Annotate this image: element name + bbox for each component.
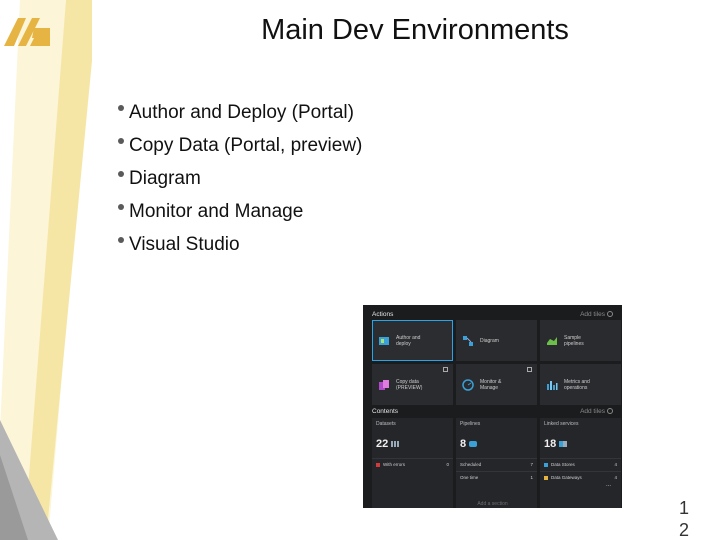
count-value: 18 xyxy=(544,438,557,450)
add-icon xyxy=(607,311,613,317)
tile-diagram[interactable]: Diagram xyxy=(456,320,537,361)
bullet-dot xyxy=(118,236,124,243)
contents-datasets[interactable]: Datasets 22 With errors 0 xyxy=(372,418,453,508)
count-value: 8 xyxy=(460,438,467,450)
monitor-manage-icon xyxy=(462,378,474,391)
tile-label: Monitor & Manage xyxy=(480,378,502,391)
left-decorative-band xyxy=(0,0,92,540)
tile-label: Metrics and operations xyxy=(564,378,590,391)
bullet-text: Monitor and Manage xyxy=(129,201,304,222)
bullet-item: Copy Data (Portal, preview) xyxy=(118,129,362,162)
bullet-dot xyxy=(118,137,124,144)
page-number-digit: 2 xyxy=(678,520,689,540)
row-label: One time xyxy=(460,475,479,480)
metrics-icon xyxy=(547,380,558,390)
contents-count: 18 xyxy=(544,438,617,450)
contents-pipelines[interactable]: Pipelines 8 Scheduled 7 One time 1 xyxy=(456,418,537,508)
tile-author-deploy[interactable]: Author and deploy xyxy=(372,320,453,361)
contents-header: Datasets xyxy=(376,421,396,427)
contents-row[interactable]: Scheduled 7 xyxy=(456,458,537,470)
row-label: Data Stores xyxy=(551,462,575,467)
contents-row[interactable]: With errors 0 xyxy=(372,458,453,470)
bullet-item: Author and Deploy (Portal) xyxy=(118,96,362,129)
bullet-item: Visual Studio xyxy=(118,228,362,261)
more-indicator[interactable]: ... xyxy=(606,482,611,488)
actions-grid: Author and deploy Diagram Sample pipelin… xyxy=(372,320,621,405)
slide-title: Main Dev Environments xyxy=(261,14,569,46)
data-store-icon xyxy=(544,462,548,467)
row-value: 4 xyxy=(614,462,617,467)
portal-screenshot: Actions Add tiles Author and deploy Diag… xyxy=(363,305,622,508)
tile-label: Copy data (PREVIEW) xyxy=(396,378,423,391)
tile-label: Diagram xyxy=(480,337,499,344)
author-deploy-icon xyxy=(379,336,389,345)
add-tiles-label: Add tiles xyxy=(580,310,605,318)
actions-add-tiles[interactable]: Add tiles xyxy=(580,311,613,318)
page-number-digit: 1 xyxy=(678,498,689,518)
table-icon xyxy=(391,441,400,447)
contents-linked-services[interactable]: Linked services 18 Data Stores 4 Data Ga… xyxy=(540,418,621,508)
bullet-text: Author and Deploy (Portal) xyxy=(129,102,354,123)
add-tiles-label: Add tiles xyxy=(580,407,605,415)
copy-data-icon xyxy=(379,379,389,390)
tile-sample-pipelines[interactable]: Sample pipelines xyxy=(540,320,621,361)
actions-title: Actions xyxy=(372,310,394,318)
contents-add-tiles[interactable]: Add tiles xyxy=(580,408,613,415)
tile-label: Sample pipelines xyxy=(564,334,584,347)
row-value: 0 xyxy=(446,462,449,467)
contents-header: Linked services xyxy=(544,421,579,427)
row-value: 7 xyxy=(530,462,533,467)
bullet-dot xyxy=(118,203,124,210)
contents-count: 22 xyxy=(376,438,449,450)
pin-icon[interactable] xyxy=(527,367,532,372)
row-value: 4 xyxy=(614,475,617,480)
row-label: With errors xyxy=(383,462,406,467)
gateway-icon xyxy=(544,475,548,480)
bullet-text: Copy Data (Portal, preview) xyxy=(129,135,363,156)
contents-count: 8 xyxy=(460,438,533,450)
tile-metrics[interactable]: Metrics and operations xyxy=(540,364,621,405)
contents-grid: Datasets 22 With errors 0 Pipelines 8 Sc… xyxy=(372,418,621,508)
tile-copy-data[interactable]: Copy data (PREVIEW) xyxy=(372,364,453,405)
pipeline-icon xyxy=(469,441,478,447)
pin-icon[interactable] xyxy=(443,367,448,372)
tile-monitor-manage[interactable]: Monitor & Manage xyxy=(456,364,537,405)
bullet-item: Monitor and Manage xyxy=(118,195,362,228)
sample-pipelines-icon xyxy=(547,336,557,345)
error-icon xyxy=(376,462,380,467)
contents-row[interactable]: Data Stores 4 xyxy=(540,458,621,470)
bullet-dot xyxy=(118,170,124,177)
row-value: 1 xyxy=(530,475,533,480)
count-value: 22 xyxy=(376,438,389,450)
bullet-text: Visual Studio xyxy=(129,234,240,255)
contents-title: Contents xyxy=(372,407,399,415)
bullet-item: Diagram xyxy=(118,162,362,195)
page-number: 1 2 xyxy=(676,497,692,540)
tile-label: Author and deploy xyxy=(396,334,421,347)
contents-header: Pipelines xyxy=(460,421,481,427)
bullet-text: Diagram xyxy=(129,168,201,189)
contents-row[interactable]: One time 1 xyxy=(456,471,537,483)
linked-service-icon xyxy=(559,441,568,447)
row-label: Scheduled xyxy=(460,462,482,467)
bullet-dot xyxy=(118,104,124,111)
add-icon xyxy=(607,408,613,414)
row-label: Data Gateways xyxy=(551,475,582,480)
diagram-icon xyxy=(463,335,473,346)
logo xyxy=(4,16,50,46)
add-section-link[interactable]: Add a section xyxy=(363,501,622,507)
bullet-list: Author and Deploy (Portal) Copy Data (Po… xyxy=(118,96,362,261)
actions-section-header: Actions Add tiles xyxy=(363,307,622,321)
contents-section-header: Contents Add tiles xyxy=(363,404,622,418)
